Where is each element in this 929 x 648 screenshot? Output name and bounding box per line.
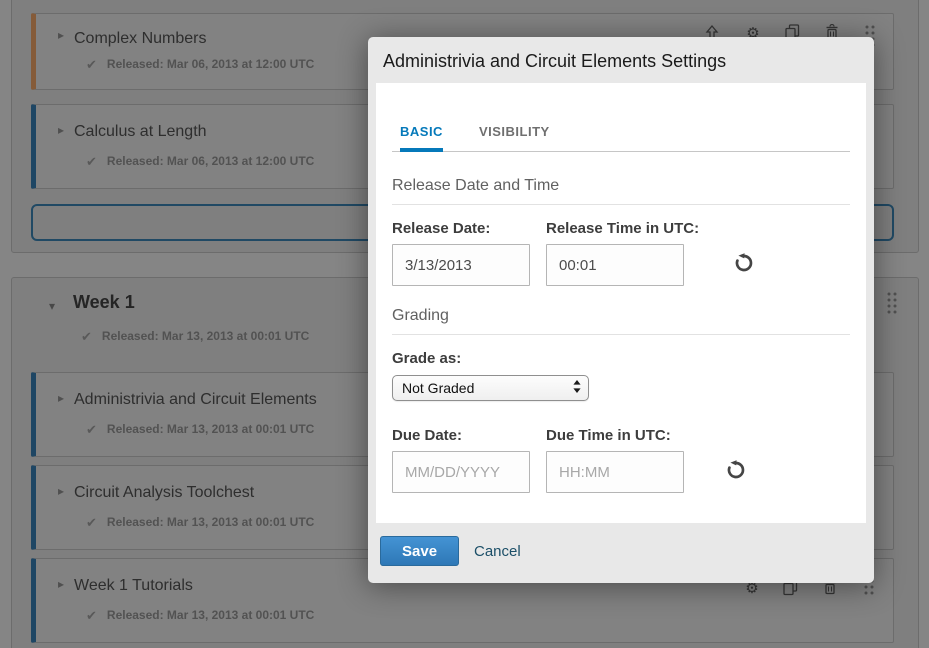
due-fields-row: Due Date: Due Time in UTC: [392,427,850,493]
modal-title: Administrivia and Circuit Elements Setti… [368,37,874,72]
due-time-label: Due Time in UTC: [546,427,735,444]
due-time-input[interactable] [546,451,684,493]
save-button[interactable]: Save [380,536,459,566]
release-date-label: Release Date: [392,220,546,237]
grading-section-heading: Grading [392,307,850,335]
release-fields-row: Release Date: Release Time in UTC: [392,220,850,286]
release-time-input[interactable] [546,244,684,286]
reset-due-icon[interactable] [726,460,746,483]
due-date-input[interactable] [392,451,530,493]
reset-release-icon[interactable] [734,253,754,276]
grade-as-select[interactable]: Not Graded [392,375,589,401]
grade-as-label: Grade as: [392,350,850,367]
due-date-label: Due Date: [392,427,546,444]
modal-body: BASIC VISIBILITY Release Date and Time R… [376,83,866,523]
subsection-settings-modal: Administrivia and Circuit Elements Setti… [368,37,874,583]
modal-tabs: BASIC VISIBILITY [392,124,850,152]
tab-visibility[interactable]: VISIBILITY [479,124,550,151]
modal-footer: Save Cancel [368,523,874,583]
release-time-label: Release Time in UTC: [546,220,735,237]
course-outline-page: ▸ Complex Numbers ✔Released: Mar 06, 201… [0,0,929,648]
release-date-input[interactable] [392,244,530,286]
grade-as-value: Not Graded [402,380,474,396]
select-stepper-icon [573,380,581,396]
tab-basic[interactable]: BASIC [400,124,443,152]
cancel-button[interactable]: Cancel [474,543,521,560]
release-section-heading: Release Date and Time [392,177,850,205]
